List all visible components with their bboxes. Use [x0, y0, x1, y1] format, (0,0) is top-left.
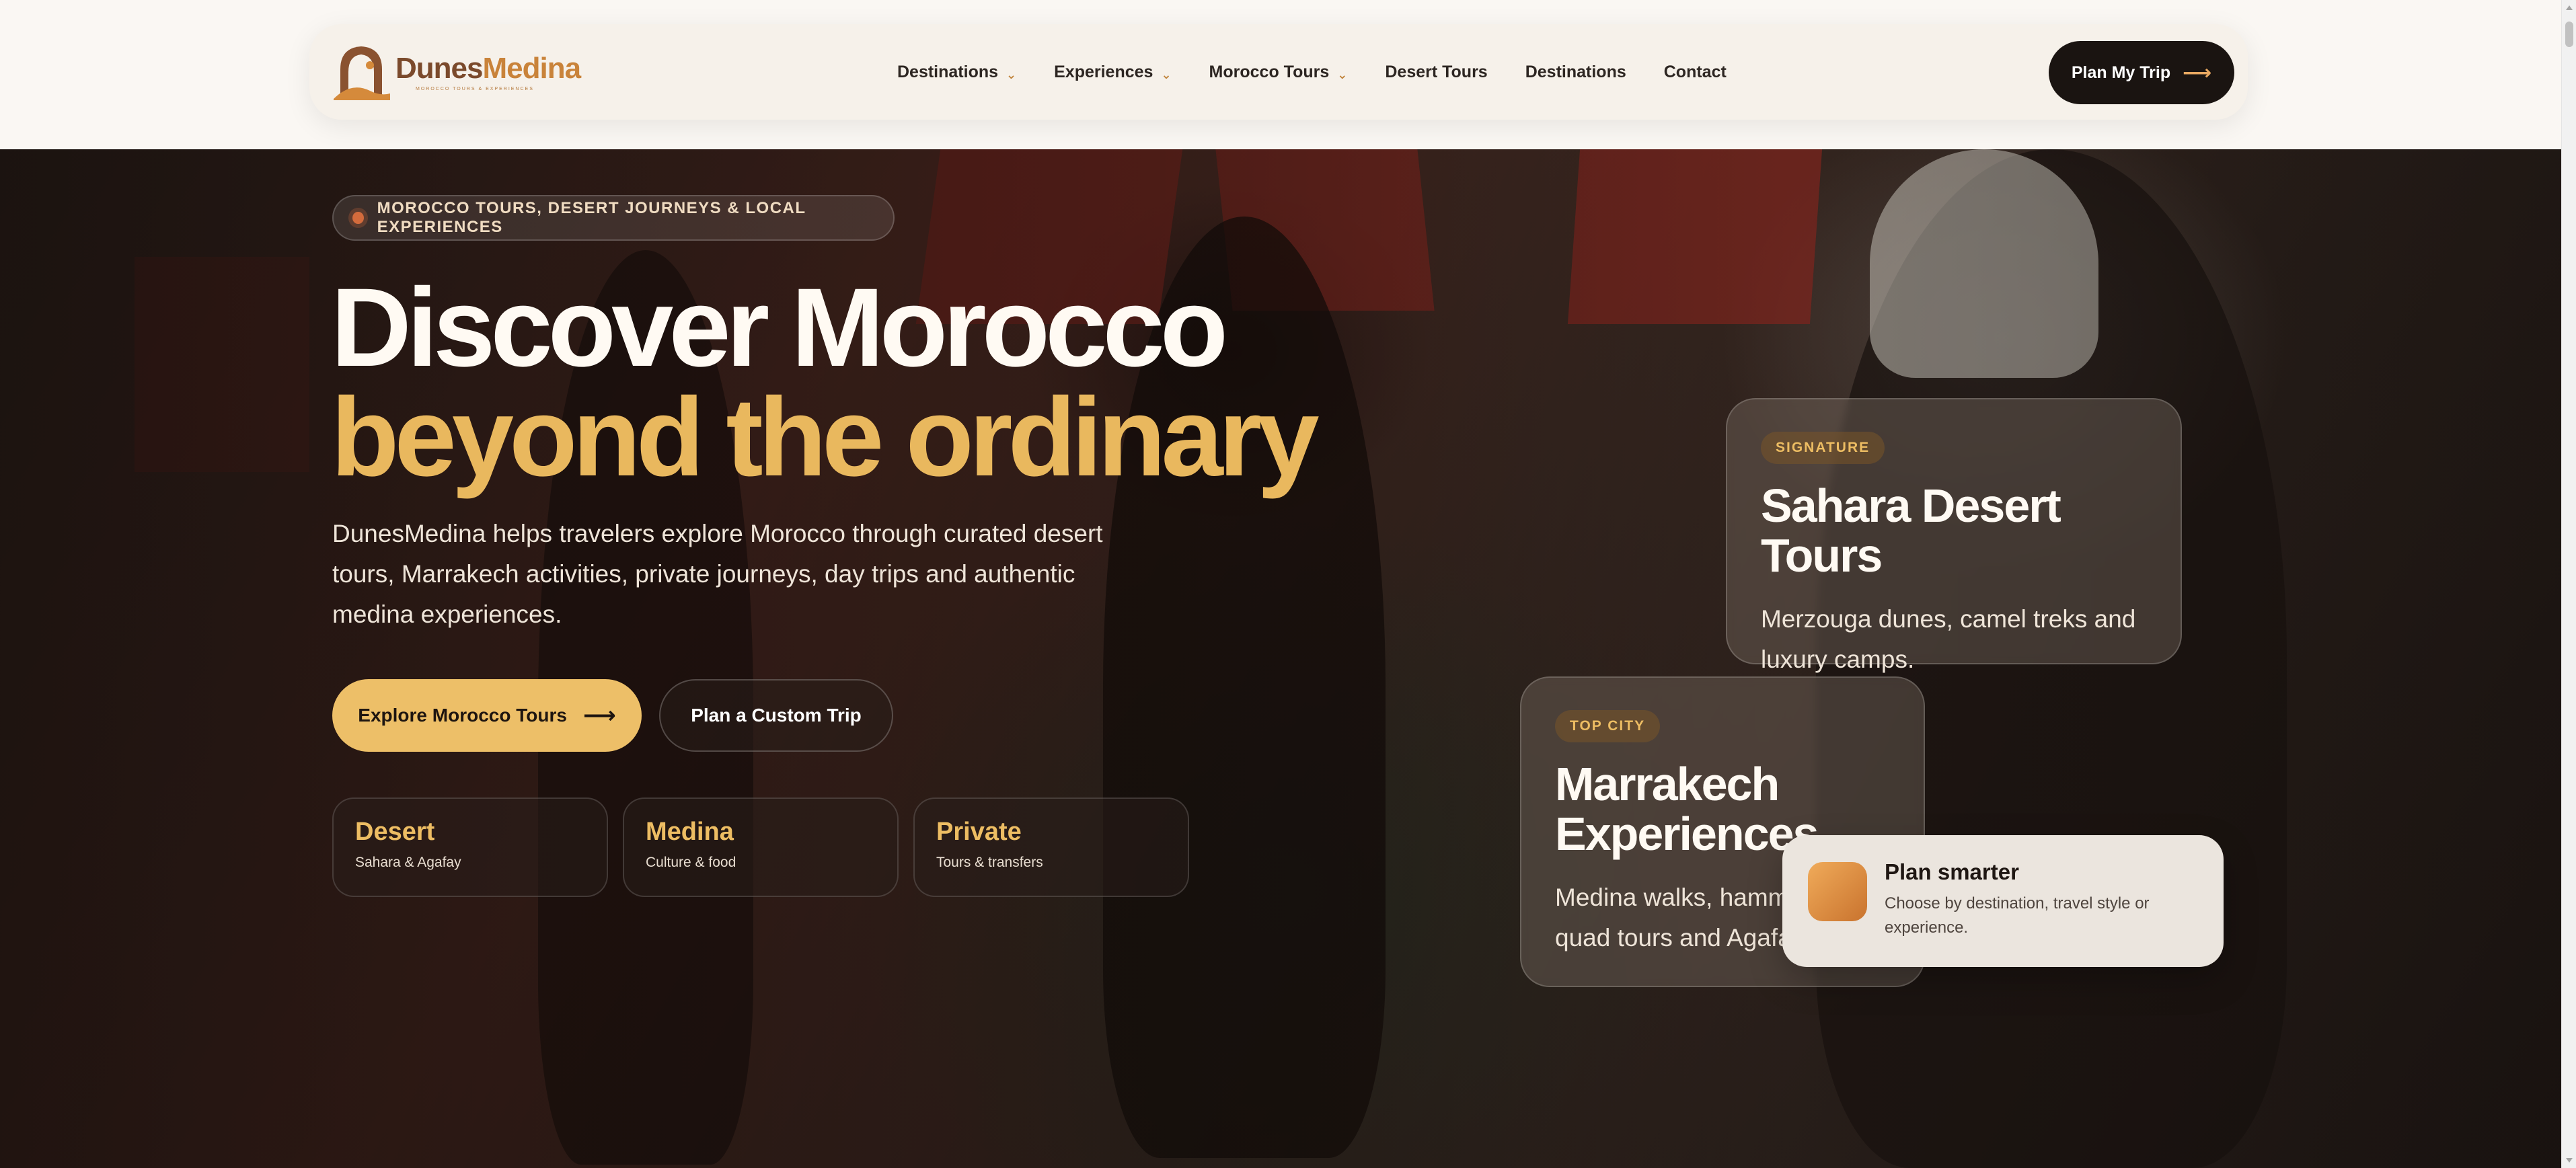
nav-label: Morocco Tours	[1209, 62, 1330, 81]
planner-icon	[1808, 862, 1867, 921]
vertical-scrollbar[interactable]	[2561, 0, 2576, 1168]
nav-destinations[interactable]: Destinations	[1525, 63, 1626, 82]
stat-title: Medina	[646, 818, 734, 846]
plan-my-trip-label: Plan My Trip	[2071, 63, 2171, 82]
dot-icon	[352, 212, 364, 224]
signature-card[interactable]: SIGNATURE Sahara Desert Tours Merzouga d…	[1726, 398, 2182, 673]
signature-badge: SIGNATURE	[1761, 432, 1885, 464]
nav-contact[interactable]: Contact	[1664, 63, 1727, 82]
plan-title: Plan smarter	[1885, 859, 2019, 884]
nav-destinations-dropdown[interactable]: Destinations ⌄	[897, 63, 1016, 82]
nav-morocco-tours-dropdown[interactable]: Morocco Tours ⌄	[1209, 63, 1348, 82]
chevron-down-icon: ⌄	[1006, 67, 1017, 81]
plan-custom-trip-button[interactable]: Plan a Custom Trip	[659, 679, 893, 752]
stat-subtitle: Tours & transfers	[936, 855, 1043, 870]
nav-label: Contact	[1663, 62, 1727, 81]
card-title: Sahara Desert Tours	[1761, 479, 2061, 582]
chevron-down-icon: ⌄	[1161, 67, 1172, 81]
plan-description: Choose by destination, travel style or e…	[1885, 894, 2150, 937]
arrow-right-icon: ⟶	[2183, 61, 2212, 84]
plan-my-trip-button[interactable]: Plan My Trip ⟶	[2049, 41, 2234, 104]
nav-label: Experiences	[1054, 62, 1153, 81]
card-description: Merzouga dunes, camel treks and luxury c…	[1761, 605, 2136, 673]
logo-arch-icon	[331, 41, 391, 102]
arrow-right-icon: ⟶	[582, 703, 616, 728]
stat-card-medina[interactable]: Medina Culture & food	[623, 797, 899, 897]
explore-morocco-tours-button[interactable]: Explore Morocco Tours ⟶	[332, 679, 642, 752]
plan-smarter-card[interactable]: Plan smarter Choose by destination, trav…	[1782, 835, 2224, 967]
card-title-line1: Marrakech	[1555, 758, 1780, 810]
logo-tagline: MOROCCO TOURS & EXPERIENCES	[416, 86, 534, 91]
hero-title-line1: Discover Morocco	[331, 266, 1228, 390]
chevron-down-icon: ⌄	[1337, 67, 1348, 81]
main-nav: Destinations ⌄ Experiences ⌄ Morocco Tou…	[897, 24, 1764, 120]
stat-subtitle: Sahara & Agafay	[355, 855, 461, 870]
nav-label: Destinations	[897, 62, 999, 81]
stat-title: Desert	[355, 818, 435, 846]
stat-card-private[interactable]: Private Tours & transfers	[913, 797, 1189, 897]
eyebrow-text: MOROCCO TOURS, DESERT JOURNEYS & LOCAL E…	[377, 199, 806, 236]
nav-label: Desert Tours	[1385, 62, 1488, 81]
explore-label: Explore Morocco Tours	[358, 705, 567, 726]
logo[interactable]: DunesMedina MOROCCO TOURS & EXPERIENCES	[331, 39, 581, 104]
stat-title: Private	[936, 818, 1022, 846]
stat-subtitle: Culture & food	[646, 855, 736, 870]
top-city-badge: TOP CITY	[1555, 710, 1661, 742]
nav-label: Destinations	[1525, 62, 1626, 81]
scroll-down-icon[interactable]	[2566, 1158, 2573, 1163]
nav-experiences-dropdown[interactable]: Experiences ⌄	[1054, 63, 1171, 82]
custom-trip-label: Plan a Custom Trip	[691, 705, 862, 726]
scroll-up-icon[interactable]	[2566, 5, 2573, 10]
hero-eyebrow: MOROCCO TOURS, DESERT JOURNEYS & LOCAL E…	[332, 195, 895, 241]
scrollbar-thumb[interactable]	[2565, 22, 2573, 47]
site-header: DunesMedina MOROCCO TOURS & EXPERIENCES …	[309, 24, 2248, 120]
stat-card-desert[interactable]: Desert Sahara & Agafay	[332, 797, 608, 897]
hero-title-line2: beyond the ordinary	[331, 375, 1320, 500]
nav-desert-tours[interactable]: Desert Tours	[1385, 63, 1487, 82]
logo-wordmark: DunesMedina	[395, 51, 581, 85]
hero-lead: DunesMedina helps travelers explore Moro…	[332, 520, 1103, 628]
